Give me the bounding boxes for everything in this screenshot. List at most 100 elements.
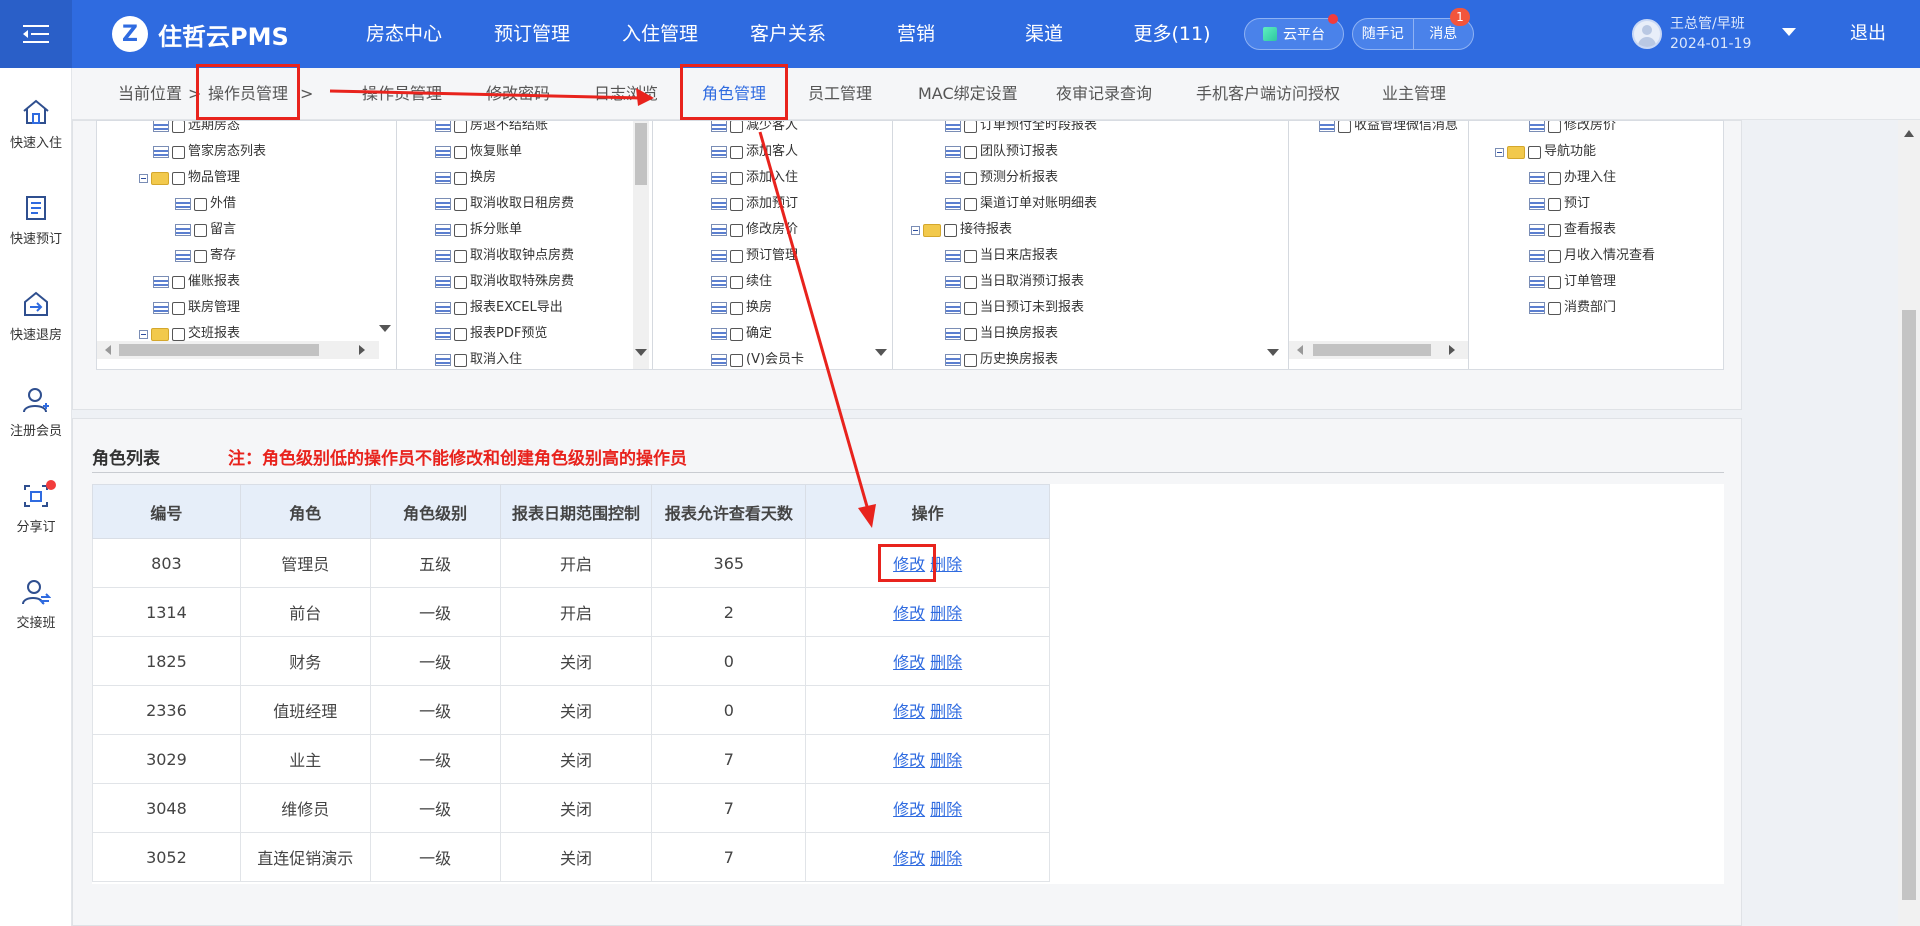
checkbox[interactable] <box>172 327 185 341</box>
checkbox[interactable] <box>194 223 207 237</box>
sidebar-item-quick-checkin[interactable]: 快速入住 <box>0 98 72 151</box>
edit-link[interactable]: 修改 <box>893 604 925 623</box>
delete-link[interactable]: 删除 <box>930 604 962 623</box>
tree-node[interactable]: 报表PDF预览 <box>435 323 547 345</box>
collapse-icon[interactable] <box>139 173 148 183</box>
tree-node[interactable]: 订单预付全时段报表 <box>945 121 1097 137</box>
checkbox[interactable] <box>964 353 977 367</box>
tree-node[interactable]: 添加客人 <box>711 141 798 163</box>
tree-node[interactable]: 换房 <box>711 297 772 319</box>
tree-node[interactable]: 修改房价 <box>711 219 798 241</box>
tree-node[interactable]: 办理入住 <box>1529 167 1616 189</box>
checkbox[interactable] <box>730 301 743 315</box>
menu-toggle-button[interactable] <box>0 0 72 68</box>
tab-change-password[interactable]: 修改密码 <box>486 68 550 120</box>
checkbox[interactable] <box>454 353 467 367</box>
collapse-icon[interactable] <box>911 225 920 235</box>
checkbox[interactable] <box>964 121 977 133</box>
delete-link[interactable]: 删除 <box>930 653 962 672</box>
tree-node[interactable]: 物品管理 <box>139 167 240 189</box>
checkbox[interactable] <box>964 197 977 211</box>
tree-node[interactable]: 催账报表 <box>153 271 240 293</box>
delete-link[interactable]: 删除 <box>930 702 962 721</box>
checkbox[interactable] <box>730 197 743 211</box>
edit-link[interactable]: 修改 <box>893 702 925 721</box>
checkbox[interactable] <box>172 121 185 133</box>
checkbox[interactable] <box>964 275 977 289</box>
collapse-icon[interactable] <box>139 329 148 339</box>
scroll-left-arrow-icon[interactable] <box>1297 345 1303 355</box>
checkbox[interactable] <box>944 223 957 237</box>
checkbox[interactable] <box>730 145 743 159</box>
edit-link[interactable]: 修改 <box>893 751 925 770</box>
tab-mobile-access-auth[interactable]: 手机客户端访问授权 <box>1196 68 1340 120</box>
checkbox[interactable] <box>964 301 977 315</box>
tree-node[interactable]: 当日来店报表 <box>945 245 1058 267</box>
tree-node[interactable]: 预订 <box>1529 193 1590 215</box>
tree-node[interactable]: 消费部门 <box>1529 297 1616 319</box>
checkbox[interactable] <box>454 121 467 133</box>
tree-node[interactable]: (V)会员卡 <box>711 349 804 369</box>
tab-log-browse[interactable]: 日志浏览 <box>594 68 658 120</box>
tree-node[interactable]: 当日取消预订报表 <box>945 271 1084 293</box>
nav-booking[interactable]: 预订管理 <box>468 0 596 68</box>
checkbox[interactable] <box>194 249 207 263</box>
checkbox[interactable] <box>730 223 743 237</box>
delete-link[interactable]: 删除 <box>930 800 962 819</box>
tab-staff-management[interactable]: 员工管理 <box>808 68 872 120</box>
tree-node[interactable]: 减少客人 <box>711 121 798 137</box>
user-menu[interactable]: 王总管/早班 2024-01-19 <box>1632 14 1751 54</box>
checkbox[interactable] <box>454 145 467 159</box>
sidebar-item-register-member[interactable]: 注册会员 <box>0 386 72 439</box>
checkbox[interactable] <box>454 275 467 289</box>
nav-room-status[interactable]: 房态中心 <box>340 0 468 68</box>
tree-node[interactable]: 月收入情况查看 <box>1529 245 1655 267</box>
tree-node[interactable]: 留言 <box>175 219 236 241</box>
sidebar-item-share-order[interactable]: 分享订 <box>0 482 72 535</box>
tree-node[interactable]: 当日换房报表 <box>945 323 1058 345</box>
collapse-icon[interactable] <box>1495 147 1504 157</box>
sidebar-item-quick-checkout[interactable]: 快速退房 <box>0 290 72 343</box>
tree-node[interactable]: 预测分析报表 <box>945 167 1058 189</box>
tree-node[interactable]: 订单管理 <box>1529 271 1616 293</box>
checkbox[interactable] <box>730 275 743 289</box>
tree-node[interactable]: 换房 <box>435 167 496 189</box>
notes-button[interactable]: 随手记 <box>1353 19 1413 49</box>
nav-crm[interactable]: 客户关系 <box>724 0 852 68</box>
checkbox[interactable] <box>454 171 467 185</box>
tab-operator-management[interactable]: 操作员管理 <box>362 68 442 120</box>
nav-marketing[interactable]: 营销 <box>852 0 980 68</box>
tree-node[interactable]: 团队预订报表 <box>945 141 1058 163</box>
checkbox[interactable] <box>1528 145 1541 159</box>
tree-node[interactable]: 收益管理微信消息 <box>1319 121 1458 137</box>
scroll-down-arrow-icon[interactable] <box>1267 349 1279 356</box>
tree-node[interactable]: 远期房态 <box>153 121 240 137</box>
tab-night-audit-query[interactable]: 夜审记录查询 <box>1056 68 1152 120</box>
checkbox[interactable] <box>730 249 743 263</box>
checkbox[interactable] <box>964 171 977 185</box>
checkbox[interactable] <box>1548 121 1561 133</box>
horizontal-scrollbar[interactable] <box>97 341 379 359</box>
scroll-down-arrow-icon[interactable] <box>875 349 887 356</box>
tree-node[interactable]: 续住 <box>711 271 772 293</box>
horizontal-scrollbar[interactable] <box>1289 341 1468 359</box>
vertical-scrollbar[interactable] <box>633 121 649 369</box>
nav-channel[interactable]: 渠道 <box>980 0 1108 68</box>
checkbox[interactable] <box>454 249 467 263</box>
checkbox[interactable] <box>1548 197 1561 211</box>
checkbox[interactable] <box>172 145 185 159</box>
tree-node[interactable]: 修改房价 <box>1529 121 1616 137</box>
checkbox[interactable] <box>1338 121 1351 133</box>
tree-node[interactable]: 外借 <box>175 193 236 215</box>
checkbox[interactable] <box>1548 223 1561 237</box>
checkbox[interactable] <box>454 223 467 237</box>
tree-node[interactable]: 查看报表 <box>1529 219 1616 241</box>
scroll-right-arrow-icon[interactable] <box>1449 345 1455 355</box>
checkbox[interactable] <box>1548 301 1561 315</box>
checkbox[interactable] <box>454 301 467 315</box>
tree-node[interactable]: 联房管理 <box>153 297 240 319</box>
tree-node[interactable]: 取消收取钟点房费 <box>435 245 574 267</box>
checkbox[interactable] <box>1548 249 1561 263</box>
edit-link[interactable]: 修改 <box>893 849 925 868</box>
checkbox[interactable] <box>194 197 207 211</box>
